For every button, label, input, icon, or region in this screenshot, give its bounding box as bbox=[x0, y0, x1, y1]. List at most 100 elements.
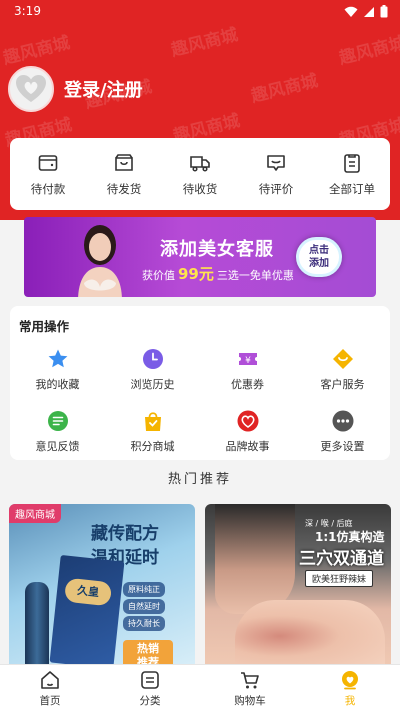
service-icon bbox=[332, 349, 353, 369]
feedback-icon bbox=[47, 411, 68, 431]
brand-tag: 趣风商城 bbox=[9, 504, 61, 523]
login-register-link[interactable]: 登录/注册 bbox=[64, 76, 143, 102]
order-pending-shipment[interactable]: 待发货 bbox=[89, 152, 159, 197]
op-label: 客户服务 bbox=[320, 378, 365, 391]
order-label: 待评价 bbox=[258, 181, 294, 196]
cta-line: 点击 bbox=[309, 245, 329, 256]
hot-sale-badge: 热销 推荐 bbox=[123, 640, 173, 666]
status-icons bbox=[344, 5, 388, 18]
feature-item: 持久耐长 bbox=[123, 616, 165, 631]
bag-icon bbox=[144, 412, 161, 431]
comment-icon bbox=[267, 154, 285, 171]
banner-price: 99元 bbox=[178, 265, 214, 283]
wallet-icon bbox=[38, 154, 58, 171]
op-customer-service[interactable]: 客户服务 bbox=[295, 348, 390, 392]
order-label: 待收货 bbox=[182, 181, 218, 196]
clock-icon bbox=[142, 349, 163, 369]
tab-category[interactable]: 分类 bbox=[100, 665, 200, 712]
truck-icon bbox=[190, 155, 210, 172]
common-operations-card: 常用操作 我的收藏 浏览历史 ¥ 优惠券 客户服务 意见反馈 积分商城 品牌故事 bbox=[10, 306, 390, 460]
op-label: 我的收藏 bbox=[35, 378, 80, 391]
tab-home[interactable]: 首页 bbox=[0, 665, 100, 712]
banner-model-image bbox=[78, 225, 122, 297]
product-tagline: 欧美狂野辣妹 bbox=[305, 570, 374, 587]
op-points-mall[interactable]: 积分商城 bbox=[105, 410, 200, 454]
op-label: 浏览历史 bbox=[130, 378, 175, 391]
signal-icon bbox=[364, 6, 374, 17]
op-label: 积分商城 bbox=[130, 440, 175, 453]
product-card[interactable]: 深 / 喉 / 后庭 1:1仿真构造 三穴双通道 欧美狂野辣妹 bbox=[205, 504, 391, 666]
orders-card: 待付款 待发货 待收货 待评价 全部订单 bbox=[10, 138, 390, 210]
coupon-icon: ¥ bbox=[238, 353, 257, 366]
operations-title: 常用操作 bbox=[19, 319, 70, 334]
banner-subtitle: 获价值 99元 三选一免单优惠 bbox=[142, 263, 294, 284]
customer-service-banner[interactable]: 添加美女客服 获价值 99元 三选一免单优惠 点击 添加 bbox=[24, 217, 376, 297]
banner-title: 添加美女客服 bbox=[160, 239, 274, 260]
product-title-line1: 1:1仿真构造 bbox=[315, 530, 385, 544]
status-bar: 3:19 bbox=[0, 0, 400, 24]
watermark: 趣风商城 bbox=[249, 70, 321, 107]
feature-list: 原料纯正 自然延时 持久耐长 bbox=[123, 582, 165, 633]
op-feedback[interactable]: 意见反馈 bbox=[10, 410, 105, 454]
order-all[interactable]: 全部订单 bbox=[317, 152, 387, 197]
tab-label: 购物车 bbox=[234, 695, 266, 707]
order-pending-review[interactable]: 待评价 bbox=[241, 152, 311, 197]
watermark: 趣风商城 bbox=[169, 24, 241, 61]
tab-label: 首页 bbox=[39, 695, 61, 707]
profile-header: 登录/注册 bbox=[8, 66, 143, 112]
order-pending-receipt[interactable]: 待收货 bbox=[165, 152, 235, 197]
package-icon bbox=[115, 153, 133, 171]
cart-icon bbox=[241, 672, 259, 689]
op-favorites[interactable]: 我的收藏 bbox=[10, 348, 105, 392]
add-service-button[interactable]: 点击 添加 bbox=[296, 237, 342, 277]
op-brand-story[interactable]: 品牌故事 bbox=[200, 410, 295, 454]
tab-label: 我 bbox=[344, 695, 356, 707]
watermark: 趣风商城 bbox=[337, 32, 400, 69]
banner-sub-suffix: 三选一免单优惠 bbox=[216, 269, 294, 282]
order-label: 待发货 bbox=[106, 181, 142, 196]
product-box-image: 久皇 bbox=[49, 554, 125, 666]
wifi-icon bbox=[344, 6, 358, 17]
tab-label: 分类 bbox=[139, 695, 161, 707]
op-more-settings[interactable]: 更多设置 bbox=[295, 410, 390, 454]
battery-icon bbox=[380, 5, 388, 18]
me-icon bbox=[342, 671, 358, 690]
order-pending-payment[interactable]: 待付款 bbox=[13, 152, 83, 197]
promo-line: 藏传配方 bbox=[91, 524, 159, 544]
hot-recommend-title: 热门推荐 bbox=[167, 472, 232, 487]
product-tube-image bbox=[25, 582, 49, 666]
op-label: 意见反馈 bbox=[35, 440, 80, 453]
brand-heart-icon bbox=[237, 410, 258, 432]
bottom-tab-bar: 首页 分类 购物车 我 bbox=[0, 664, 400, 712]
cta-line: 添加 bbox=[309, 258, 329, 269]
home-icon bbox=[41, 671, 59, 689]
clipboard-icon bbox=[344, 153, 360, 173]
op-label: 更多设置 bbox=[320, 440, 365, 453]
op-history[interactable]: 浏览历史 bbox=[105, 348, 200, 392]
tab-me[interactable]: 我 bbox=[300, 665, 400, 712]
badge-line: 热销 bbox=[137, 642, 159, 655]
order-label: 全部订单 bbox=[329, 181, 375, 196]
operations-grid: 我的收藏 浏览历史 ¥ 优惠券 客户服务 意见反馈 积分商城 品牌故事 更多设置 bbox=[10, 348, 390, 454]
feature-item: 自然延时 bbox=[123, 599, 165, 614]
tab-cart[interactable]: 购物车 bbox=[200, 665, 300, 712]
feature-item: 原料纯正 bbox=[123, 582, 165, 597]
product-image bbox=[235, 600, 385, 666]
avatar[interactable] bbox=[8, 66, 54, 112]
status-time: 3:19 bbox=[14, 4, 41, 18]
product-model-image bbox=[215, 504, 295, 614]
box-label: 久皇 bbox=[63, 577, 113, 607]
category-icon bbox=[141, 671, 159, 689]
svg-text:¥: ¥ bbox=[245, 356, 251, 366]
op-label: 优惠券 bbox=[231, 378, 264, 391]
star-icon bbox=[48, 349, 67, 368]
banner-sub-prefix: 获价值 bbox=[142, 269, 175, 282]
order-label: 待付款 bbox=[30, 181, 66, 196]
op-coupons[interactable]: ¥ 优惠券 bbox=[200, 348, 295, 392]
product-card[interactable]: 趣风商城 藏传配方 温和延时 久皇 原料纯正 自然延时 持久耐长 热销 推荐 bbox=[9, 504, 195, 666]
product-title-line2: 三穴双通道 bbox=[299, 549, 384, 569]
logo-heart-icon bbox=[16, 75, 46, 102]
watermark: 趣风商城 bbox=[1, 32, 73, 69]
op-label: 品牌故事 bbox=[225, 440, 270, 453]
more-icon bbox=[332, 410, 353, 432]
